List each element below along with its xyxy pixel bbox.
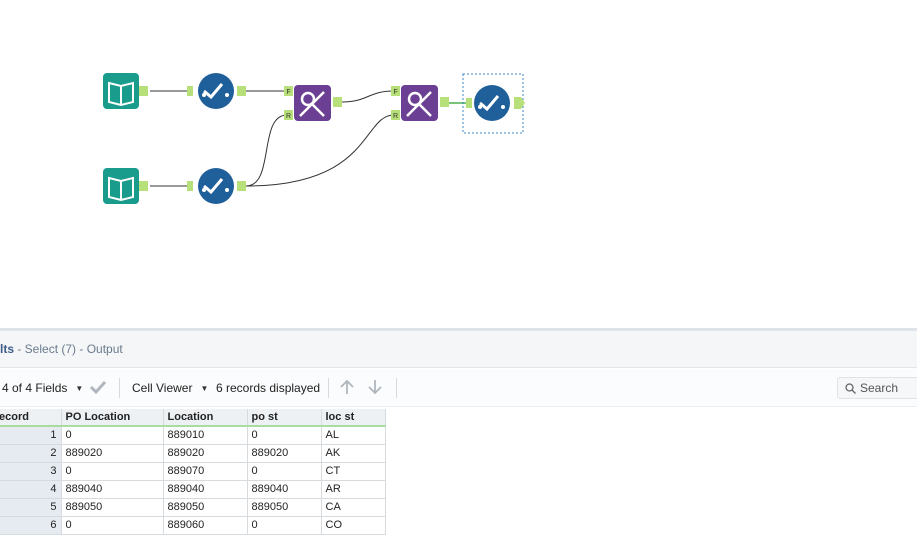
column-header-record[interactable]: ecord (0, 409, 62, 427)
arrow-down-icon[interactable] (367, 379, 383, 397)
table-cell[interactable]: 889020 (163, 444, 248, 463)
caret-down-icon: ▼ (75, 383, 84, 393)
table-cell[interactable]: 889040 (163, 480, 248, 499)
anchor-f-label: F (393, 89, 397, 96)
anchor-f-label: F (286, 89, 290, 96)
search-placeholder: Search (860, 381, 899, 395)
table-cell[interactable]: AR (321, 480, 386, 499)
table-cell[interactable]: 889010 (163, 426, 248, 445)
table-cell[interactable]: AL (321, 426, 386, 445)
table-cell[interactable]: 889020 (247, 444, 322, 463)
anchor-r-label: R (393, 113, 398, 120)
caret-down-icon: ▼ (200, 383, 209, 393)
table-row[interactable]: 1 0 889010 0 AL (0, 426, 386, 445)
connector-select2-join1-r (245, 114, 288, 187)
table-cell[interactable]: AK (321, 444, 386, 463)
results-panel: lts - Select (7) - Output 4 of 4 Fields ▼… (0, 328, 917, 558)
table-row[interactable]: 5 889050 889050 889050 CA (0, 498, 386, 517)
column-header-po-location[interactable]: PO Location (61, 409, 164, 427)
table-row[interactable]: 2 889020 889020 889020 AK (0, 444, 386, 463)
results-toolbar: 4 of 4 Fields ▼ Cell Viewer ▼ 6 records di… (0, 369, 917, 407)
search-input[interactable]: Search (837, 377, 917, 399)
cell-viewer-label: Cell Viewer (132, 381, 193, 395)
results-grid: ecord PO Location Location po st loc st … (0, 409, 386, 535)
connector-join1-join2-f (341, 90, 395, 103)
table-cell[interactable]: 889050 (247, 498, 322, 517)
table-cell[interactable]: 889050 (61, 498, 164, 517)
results-header: lts - Select (7) - Output (0, 331, 917, 368)
toolbar-divider (328, 378, 329, 398)
input-data-tool-2[interactable] (103, 168, 148, 204)
table-cell[interactable]: 0 (247, 462, 322, 481)
table-row[interactable]: 3 0 889070 0 CT (0, 462, 386, 481)
results-subtitle: - Select (7) - Output (14, 342, 123, 356)
table-cell[interactable]: CA (321, 498, 386, 517)
column-header-loc-st[interactable]: loc st (321, 409, 386, 427)
column-header-location[interactable]: Location (163, 409, 248, 427)
toolbar-divider (396, 378, 397, 398)
table-cell[interactable]: 889050 (163, 498, 248, 517)
table-cell[interactable]: 0 (247, 516, 322, 535)
record-number: 3 (0, 462, 62, 481)
results-title: lts (0, 342, 15, 356)
find-replace-tool-1[interactable]: F R (284, 85, 342, 121)
apply-checkmark-icon[interactable] (89, 379, 107, 397)
select-tool-2[interactable] (187, 168, 246, 204)
table-cell[interactable]: 889060 (163, 516, 248, 535)
input-data-tool-1[interactable] (103, 73, 148, 109)
grid-header-row: ecord PO Location Location po st loc st (0, 409, 386, 427)
table-cell[interactable]: 889020 (61, 444, 164, 463)
fields-label: 4 of 4 Fields (2, 381, 68, 395)
record-number: 1 (0, 426, 62, 445)
find-replace-tool-2[interactable]: F R (391, 85, 449, 121)
table-cell[interactable]: 889070 (163, 462, 248, 481)
arrow-up-icon[interactable] (339, 379, 355, 397)
workflow-canvas[interactable]: F R F R (0, 0, 917, 328)
search-icon (845, 383, 856, 394)
record-number: 5 (0, 498, 62, 517)
table-cell[interactable]: CT (321, 462, 386, 481)
table-cell[interactable]: 889040 (247, 480, 322, 499)
select-tool-7[interactable] (462, 73, 525, 134)
fields-dropdown[interactable]: 4 of 4 Fields ▼ (2, 369, 83, 407)
toolbar-divider (119, 378, 120, 398)
table-cell[interactable]: 0 (247, 426, 322, 445)
table-cell[interactable]: 0 (61, 426, 164, 445)
table-cell[interactable]: 889040 (61, 480, 164, 499)
anchor-r-label: R (286, 113, 291, 120)
table-cell[interactable]: 0 (61, 462, 164, 481)
cell-viewer-dropdown[interactable]: Cell Viewer ▼ (132, 369, 208, 407)
column-header-po-st[interactable]: po st (247, 409, 322, 427)
workflow-diagram: F R F R (103, 73, 525, 204)
table-row[interactable]: 6 0 889060 0 CO (0, 516, 386, 535)
record-number: 4 (0, 480, 62, 499)
connector-select2-join2-r (245, 114, 395, 187)
table-cell[interactable]: CO (321, 516, 386, 535)
table-cell[interactable]: 0 (61, 516, 164, 535)
record-number: 6 (0, 516, 62, 535)
select-tool-1[interactable] (187, 73, 246, 109)
record-number: 2 (0, 444, 62, 463)
records-count: 6 records displayed (216, 381, 321, 395)
table-row[interactable]: 4 889040 889040 889040 AR (0, 480, 386, 499)
